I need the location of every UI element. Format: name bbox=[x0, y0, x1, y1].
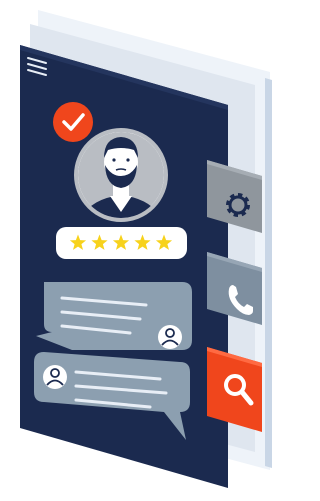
phone-screen bbox=[20, 45, 228, 488]
verified-badge bbox=[53, 102, 93, 142]
rating-bar bbox=[56, 227, 187, 259]
gear-icon bbox=[226, 193, 250, 217]
message-bubble-contact[interactable] bbox=[36, 282, 192, 350]
user-avatar-icon bbox=[158, 325, 182, 349]
user-avatar-icon bbox=[43, 365, 67, 389]
illustration bbox=[0, 0, 287, 501]
